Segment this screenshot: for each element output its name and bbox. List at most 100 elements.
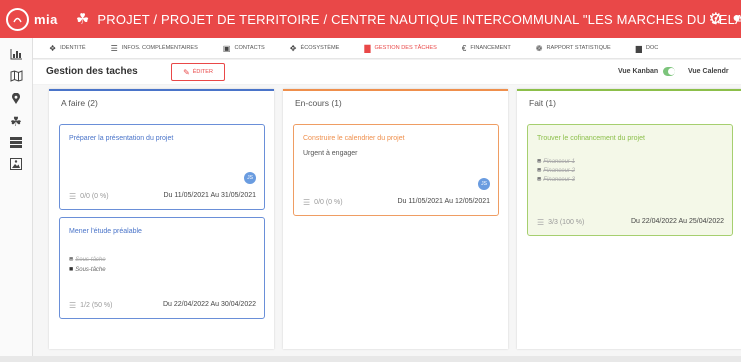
tab-ecosysteme[interactable]: ✥ ÉCOSYSTÈME xyxy=(290,44,340,53)
checkbox-checked-icon: ■ xyxy=(537,167,542,174)
column-accent xyxy=(49,89,274,91)
module-nav: ❖ IDENTITÉ ☰ INFOS. COMPLÉMENTAIRES ▣ CONTA… xyxy=(33,38,741,59)
tab-identite[interactable]: ❖ IDENTITÉ xyxy=(49,44,86,53)
task-dates: Du 11/05/2021 Au 31/05/2021 xyxy=(163,192,256,199)
kanban-board: A faire (2) Préparer la présentation du … xyxy=(33,85,741,357)
task-progress: ☰ 1/2 (50 %) xyxy=(69,301,112,310)
column-accent xyxy=(283,89,508,91)
checklist-icon: ☰ xyxy=(69,192,77,201)
checklist-icon: ☰ xyxy=(537,218,545,227)
subtask-label: Financeur 1 xyxy=(543,158,575,165)
page-header: Gestion des taches ✎ ÉDITER Vue Kanban V… xyxy=(33,60,741,84)
checkbox-checked-icon: ■ xyxy=(537,176,542,183)
list-icon[interactable] xyxy=(9,137,23,151)
progress-text: 3/3 (100 %) xyxy=(548,219,585,226)
tab-rapport-statistique[interactable]: ❁ RAPPORT STATISTIQUE xyxy=(536,44,611,53)
subtask-item[interactable]: ■ Sous-tâche xyxy=(69,256,106,263)
checkbox-icon: ■ xyxy=(69,266,74,273)
tab-label: IDENTITÉ xyxy=(60,45,86,51)
app-logo[interactable]: mia xyxy=(6,7,58,31)
doc-icon: ▆ xyxy=(635,43,642,53)
map-icon[interactable] xyxy=(9,70,23,84)
task-dates: Du 22/04/2022 Au 30/04/2022 xyxy=(162,301,256,308)
pencil-icon: ✎ xyxy=(183,67,190,77)
image-icon[interactable] xyxy=(9,158,23,172)
task-title[interactable]: Préparer la présentation du projet xyxy=(69,135,173,142)
edit-button[interactable]: ✎ ÉDITER xyxy=(171,63,225,81)
subtask-label: Financeur 2 xyxy=(543,167,575,174)
tab-label: RAPPORT STATISTIQUE xyxy=(546,45,611,51)
fingerprint-icon: ❖ xyxy=(49,43,57,53)
projects-icon[interactable]: ☘ xyxy=(9,115,23,129)
subtask-item[interactable]: ■ Financeur 2 xyxy=(537,167,575,174)
chart-icon: ▇ xyxy=(364,43,371,53)
column-inprogress: En-cours (1) Construire le calendrier du… xyxy=(283,89,508,349)
task-title[interactable]: Mener l'étude préalable xyxy=(69,228,142,235)
user-icon[interactable]: ● xyxy=(733,9,741,25)
list-icon: ☰ xyxy=(110,43,118,53)
logo-icon xyxy=(6,7,29,31)
task-note: Urgent à engager xyxy=(303,150,358,157)
task-dates: Du 11/05/2021 Au 12/05/2021 xyxy=(397,198,490,205)
left-sidebar: ☘ xyxy=(0,38,33,362)
column-title: Fait (1) xyxy=(529,98,556,108)
tab-label: DOC xyxy=(645,45,659,51)
tab-infos-complementaires[interactable]: ☰ INFOS. COMPLÉMENTAIRES xyxy=(111,44,198,53)
dashboard-chart-icon[interactable] xyxy=(9,48,23,62)
checkbox-checked-icon: ■ xyxy=(69,256,74,263)
app-name: mia xyxy=(34,11,58,27)
avatar: JS xyxy=(244,172,256,184)
edit-label: ÉDITER xyxy=(192,69,213,75)
subtask-item[interactable]: ■ Sous-tâche xyxy=(69,266,106,273)
checklist-icon: ☰ xyxy=(303,198,311,207)
top-bar: mia ☘ PROJET / PROJET DE TERRITOIRE / CE… xyxy=(0,0,741,38)
tab-label: GESTION DES TÂCHES xyxy=(374,45,437,51)
task-card[interactable]: Trouver le cofinancement du projet ■ Fina… xyxy=(527,124,733,236)
tab-label: FINANCEMENT xyxy=(470,45,511,51)
ecosystem-icon: ✥ xyxy=(289,43,297,53)
checklist-icon: ☰ xyxy=(69,301,77,310)
task-card[interactable]: Préparer la présentation du projet JS ☰ … xyxy=(59,124,265,210)
subtask-label: Sous-tâche xyxy=(75,266,106,273)
task-card[interactable]: Mener l'étude préalable ■ Sous-tâche ■ Sou… xyxy=(59,217,265,319)
column-done: Fait (1) Trouver le cofinancement du pro… xyxy=(517,89,741,349)
location-pin-icon[interactable] xyxy=(9,92,23,107)
checkbox-checked-icon: ■ xyxy=(537,158,542,165)
tab-label: INFOS. COMPLÉMENTAIRES xyxy=(121,45,198,51)
task-dates: Du 22/04/2022 Au 25/04/2022 xyxy=(630,218,724,225)
subtask-item[interactable]: ■ Financeur 3 xyxy=(537,176,575,183)
view-calendar-label: Vue Calendr xyxy=(688,68,729,75)
tab-doc[interactable]: ▆ DOC xyxy=(636,44,659,53)
task-title[interactable]: Construire le calendrier du projet xyxy=(303,135,405,142)
subtask-item[interactable]: ■ Financeur 1 xyxy=(537,158,575,165)
contacts-icon: ▣ xyxy=(222,43,231,53)
subtask-label: Financeur 3 xyxy=(543,176,575,183)
breadcrumb[interactable]: PROJET / PROJET DE TERRITOIRE / CENTRE N… xyxy=(97,12,741,27)
task-title[interactable]: Trouver le cofinancement du projet xyxy=(537,135,645,142)
page-title: Gestion des taches xyxy=(46,66,138,77)
column-title: En-cours (1) xyxy=(295,98,342,108)
report-icon: ❁ xyxy=(535,43,543,53)
column-todo: A faire (2) Préparer la présentation du … xyxy=(49,89,274,349)
euro-icon: € xyxy=(461,43,467,53)
toggle-knob xyxy=(668,68,675,75)
column-accent xyxy=(517,89,741,91)
tab-label: ÉCOSYSTÈME xyxy=(300,45,340,51)
task-card[interactable]: Construire le calendrier du projet Urgen… xyxy=(293,124,499,216)
bottom-scroll-area xyxy=(0,356,741,362)
view-kanban-label: Vue Kanban xyxy=(618,68,659,75)
column-title: A faire (2) xyxy=(61,98,98,108)
settings-icon[interactable]: ⚙ xyxy=(709,9,723,29)
task-progress: ☰ 0/0 (0 %) xyxy=(303,198,343,207)
view-toggle[interactable] xyxy=(663,67,675,76)
tab-label: CONTACTS xyxy=(234,45,265,51)
subtask-label: Sous-tâche xyxy=(75,256,106,263)
task-progress: ☰ 0/0 (0 %) xyxy=(69,192,109,201)
progress-text: 1/2 (50 %) xyxy=(80,302,113,309)
tab-gestion-des-taches[interactable]: ▇ GESTION DES TÂCHES xyxy=(364,44,437,53)
progress-text: 0/0 (0 %) xyxy=(80,193,109,200)
tab-contacts[interactable]: ▣ CONTACTS xyxy=(223,44,265,53)
tab-financement[interactable]: € FINANCEMENT xyxy=(462,44,511,53)
avatar: JS xyxy=(478,178,490,190)
project-group-icon: ☘ xyxy=(75,11,90,28)
